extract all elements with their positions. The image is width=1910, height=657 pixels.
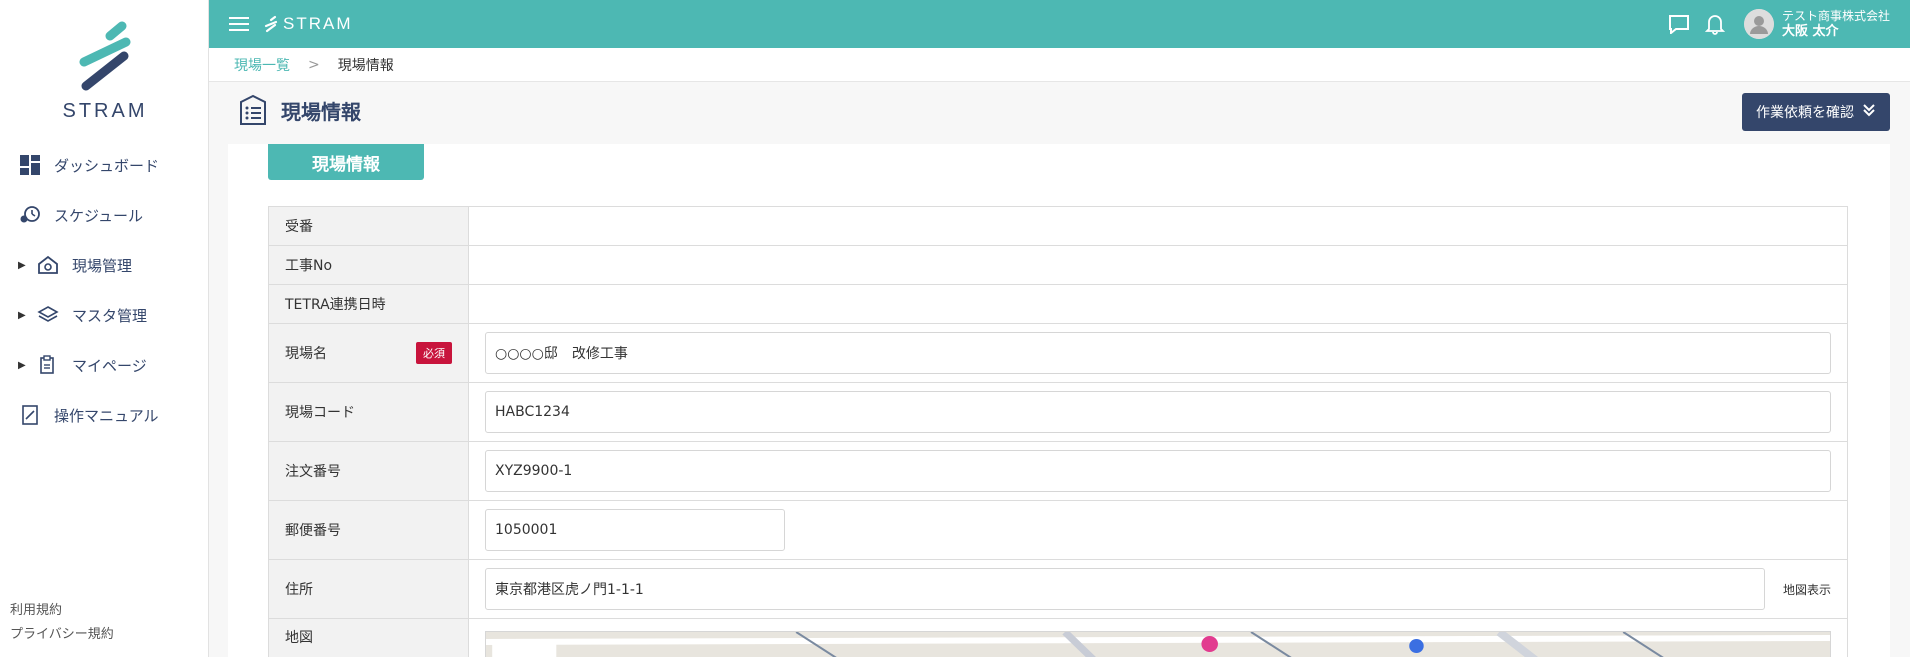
sidebar-item-label: 現場管理	[72, 256, 133, 275]
show-map-link[interactable]: 地図表示	[1783, 581, 1831, 598]
caret-right-icon: ▶	[18, 359, 26, 371]
form-label: TETRA連携日時	[268, 284, 469, 324]
postal-code-input[interactable]: 1050001	[485, 509, 785, 551]
form-value-cell: HABC1234	[468, 382, 1848, 442]
top-logo-text: STRAM	[283, 14, 353, 33]
form-label: 注文番号	[268, 441, 469, 501]
sidebar-item-schedule[interactable]: スケジュール	[0, 190, 209, 240]
sidebar-item-mypage[interactable]: ▶ マイページ	[0, 340, 209, 390]
sidebar-item-label: マスタ管理	[72, 306, 148, 325]
list-document-icon	[237, 94, 269, 126]
form-value-cell: ○○○○邸 改修工事	[468, 323, 1848, 383]
terms-link[interactable]: 利用規約	[10, 599, 114, 623]
dashboard-icon	[18, 153, 42, 177]
form-value-cell: 東京都港区虎ノ門1-1-1 地図表示	[468, 559, 1848, 619]
manual-icon	[18, 403, 42, 427]
main-area: 現場情報 作業依頼を確認 現場情報 受番 工事No TETRA連携日時 現場名 …	[209, 82, 1910, 657]
construction-no-value	[468, 245, 1848, 285]
form-row-order-number: 注文番号 XYZ9900-1	[268, 441, 1848, 501]
layers-icon	[36, 303, 60, 327]
breadcrumb-separator: >	[308, 56, 320, 73]
map-view[interactable]	[485, 631, 1831, 657]
top-bar: STRAM テスト商事株式会社 大阪 太介	[209, 0, 1910, 48]
sidebar-item-label: マイページ	[72, 356, 147, 375]
top-right-area: テスト商事株式会社 大阪 太介	[1656, 0, 1890, 48]
form-row-site-code: 現場コード HABC1234	[268, 382, 1848, 442]
page-header: 現場情報	[237, 94, 361, 126]
required-badge: 必須	[416, 342, 452, 364]
form-value-cell	[468, 618, 1848, 657]
tetra-sync-value	[468, 284, 1848, 324]
site-code-input[interactable]: HABC1234	[485, 391, 1831, 433]
caret-right-icon: ▶	[18, 259, 26, 271]
form-label-cell: 現場名 必須	[268, 323, 469, 383]
form-label: 郵便番号	[268, 500, 469, 560]
form-row-postal-code: 郵便番号 1050001	[268, 500, 1848, 560]
logo-text: STRAM	[62, 100, 148, 122]
caret-right-icon: ▶	[18, 309, 26, 321]
form-row-receipt-number: 受番	[268, 206, 1848, 246]
sidebar-item-label: 操作マニュアル	[54, 406, 159, 425]
sidebar-item-site-management[interactable]: ▶ 現場管理	[0, 240, 209, 290]
form-label: 現場名	[285, 346, 327, 362]
top-logo[interactable]: STRAM	[263, 14, 353, 34]
mypage-icon	[36, 353, 60, 377]
bell-icon[interactable]	[1702, 11, 1728, 37]
order-number-input[interactable]: XYZ9900-1	[485, 450, 1831, 492]
breadcrumb-site-list-link[interactable]: 現場一覧	[234, 55, 290, 75]
site-management-icon	[36, 253, 60, 277]
form-label: 地図	[268, 618, 469, 657]
breadcrumb-current: 現場情報	[337, 57, 394, 74]
form-row-tetra-sync: TETRA連携日時	[268, 284, 1848, 324]
form-label: 受番	[268, 206, 469, 246]
site-info-form: 受番 工事No TETRA連携日時 現場名 必須 ○○○○邸 改修工事 現場コー…	[268, 206, 1848, 657]
form-label: 工事No	[268, 245, 469, 285]
user-company: テスト商事株式会社	[1781, 9, 1890, 23]
confirm-work-request-button[interactable]: 作業依頼を確認	[1742, 93, 1890, 131]
form-label: 住所	[268, 559, 469, 619]
sidebar-footer: 利用規約 プライバシー規約	[10, 599, 114, 647]
section-tab-site-info: 現場情報	[268, 144, 424, 180]
sidebar-item-label: スケジュール	[54, 206, 143, 225]
form-value-cell: XYZ9900-1	[468, 441, 1848, 501]
address-row: 東京都港区虎ノ門1-1-1 地図表示	[485, 568, 1831, 610]
confirm-button-label: 作業依頼を確認	[1756, 105, 1854, 121]
form-row-address: 住所 東京都港区虎ノ門1-1-1 地図表示	[268, 559, 1848, 619]
page-title: 現場情報	[281, 99, 361, 124]
user-avatar-icon	[1743, 9, 1774, 39]
address-input[interactable]: 東京都港区虎ノ門1-1-1	[485, 568, 1765, 610]
sidebar-nav: ダッシュボード スケジュール ▶ 現場管理 ▶ マスタ管理 ▶ マイページ 操作…	[0, 140, 209, 440]
form-row-map: 地図	[268, 618, 1848, 657]
user-info[interactable]: テスト商事株式会社 大阪 太介	[1782, 8, 1890, 40]
sidebar: STRAM ダッシュボード スケジュール ▶ 現場管理 ▶ マスタ管理 ▶ マイ…	[0, 0, 209, 657]
form-label: 現場コード	[268, 382, 469, 442]
privacy-link[interactable]: プライバシー規約	[10, 623, 114, 647]
receipt-number-value	[468, 206, 1848, 246]
stram-logo-icon	[79, 21, 131, 91]
site-name-input[interactable]: ○○○○邸 改修工事	[485, 332, 1831, 374]
form-row-construction-no: 工事No	[268, 245, 1848, 285]
sidebar-item-label: ダッシュボード	[54, 156, 160, 175]
hamburger-menu-icon[interactable]	[229, 17, 249, 31]
form-value-cell: 1050001	[468, 500, 1848, 560]
user-name: 大阪 太介	[1781, 24, 1839, 39]
double-chevron-down-icon	[1862, 103, 1876, 121]
stram-logo[interactable]: STRAM	[60, 18, 150, 128]
breadcrumb: 現場一覧 > 現場情報	[209, 48, 1910, 82]
sidebar-item-manual[interactable]: 操作マニュアル	[0, 390, 209, 440]
form-row-site-name: 現場名 必須 ○○○○邸 改修工事	[268, 323, 1848, 383]
sidebar-item-dashboard[interactable]: ダッシュボード	[0, 140, 209, 190]
schedule-icon	[18, 203, 42, 227]
message-icon[interactable]	[1666, 11, 1692, 37]
map-tiles	[486, 632, 1830, 657]
stram-small-logo-icon	[264, 15, 278, 33]
site-info-card: 現場情報 受番 工事No TETRA連携日時 現場名 必須 ○○○○邸 改修工事…	[228, 144, 1890, 657]
avatar[interactable]	[1743, 9, 1774, 39]
sidebar-item-master-management[interactable]: ▶ マスタ管理	[0, 290, 209, 340]
